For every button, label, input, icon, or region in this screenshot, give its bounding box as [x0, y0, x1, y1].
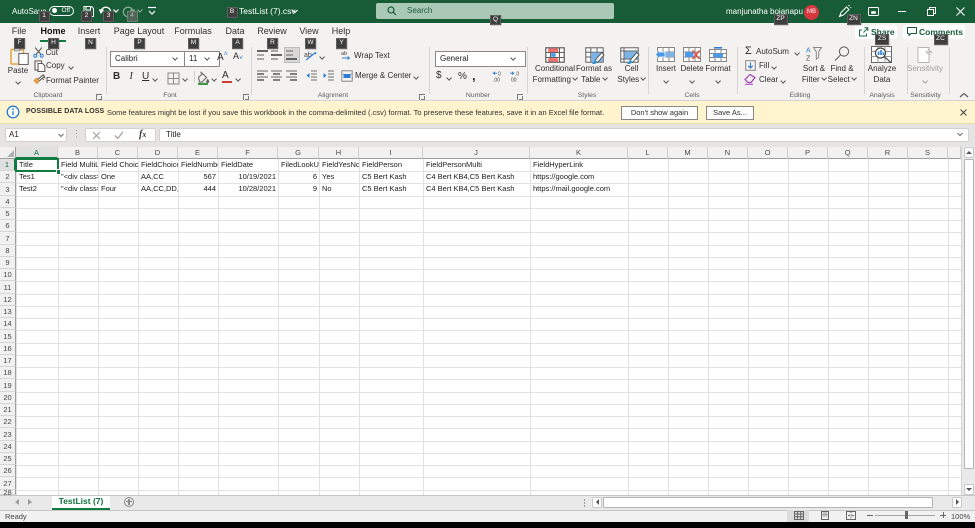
svg-text:ab: ab [341, 51, 347, 57]
svg-text:.00: .00 [493, 78, 500, 83]
svg-text:A: A [806, 48, 811, 55]
svg-text:Z: Z [806, 56, 811, 62]
svg-text:00: 00 [511, 78, 517, 83]
